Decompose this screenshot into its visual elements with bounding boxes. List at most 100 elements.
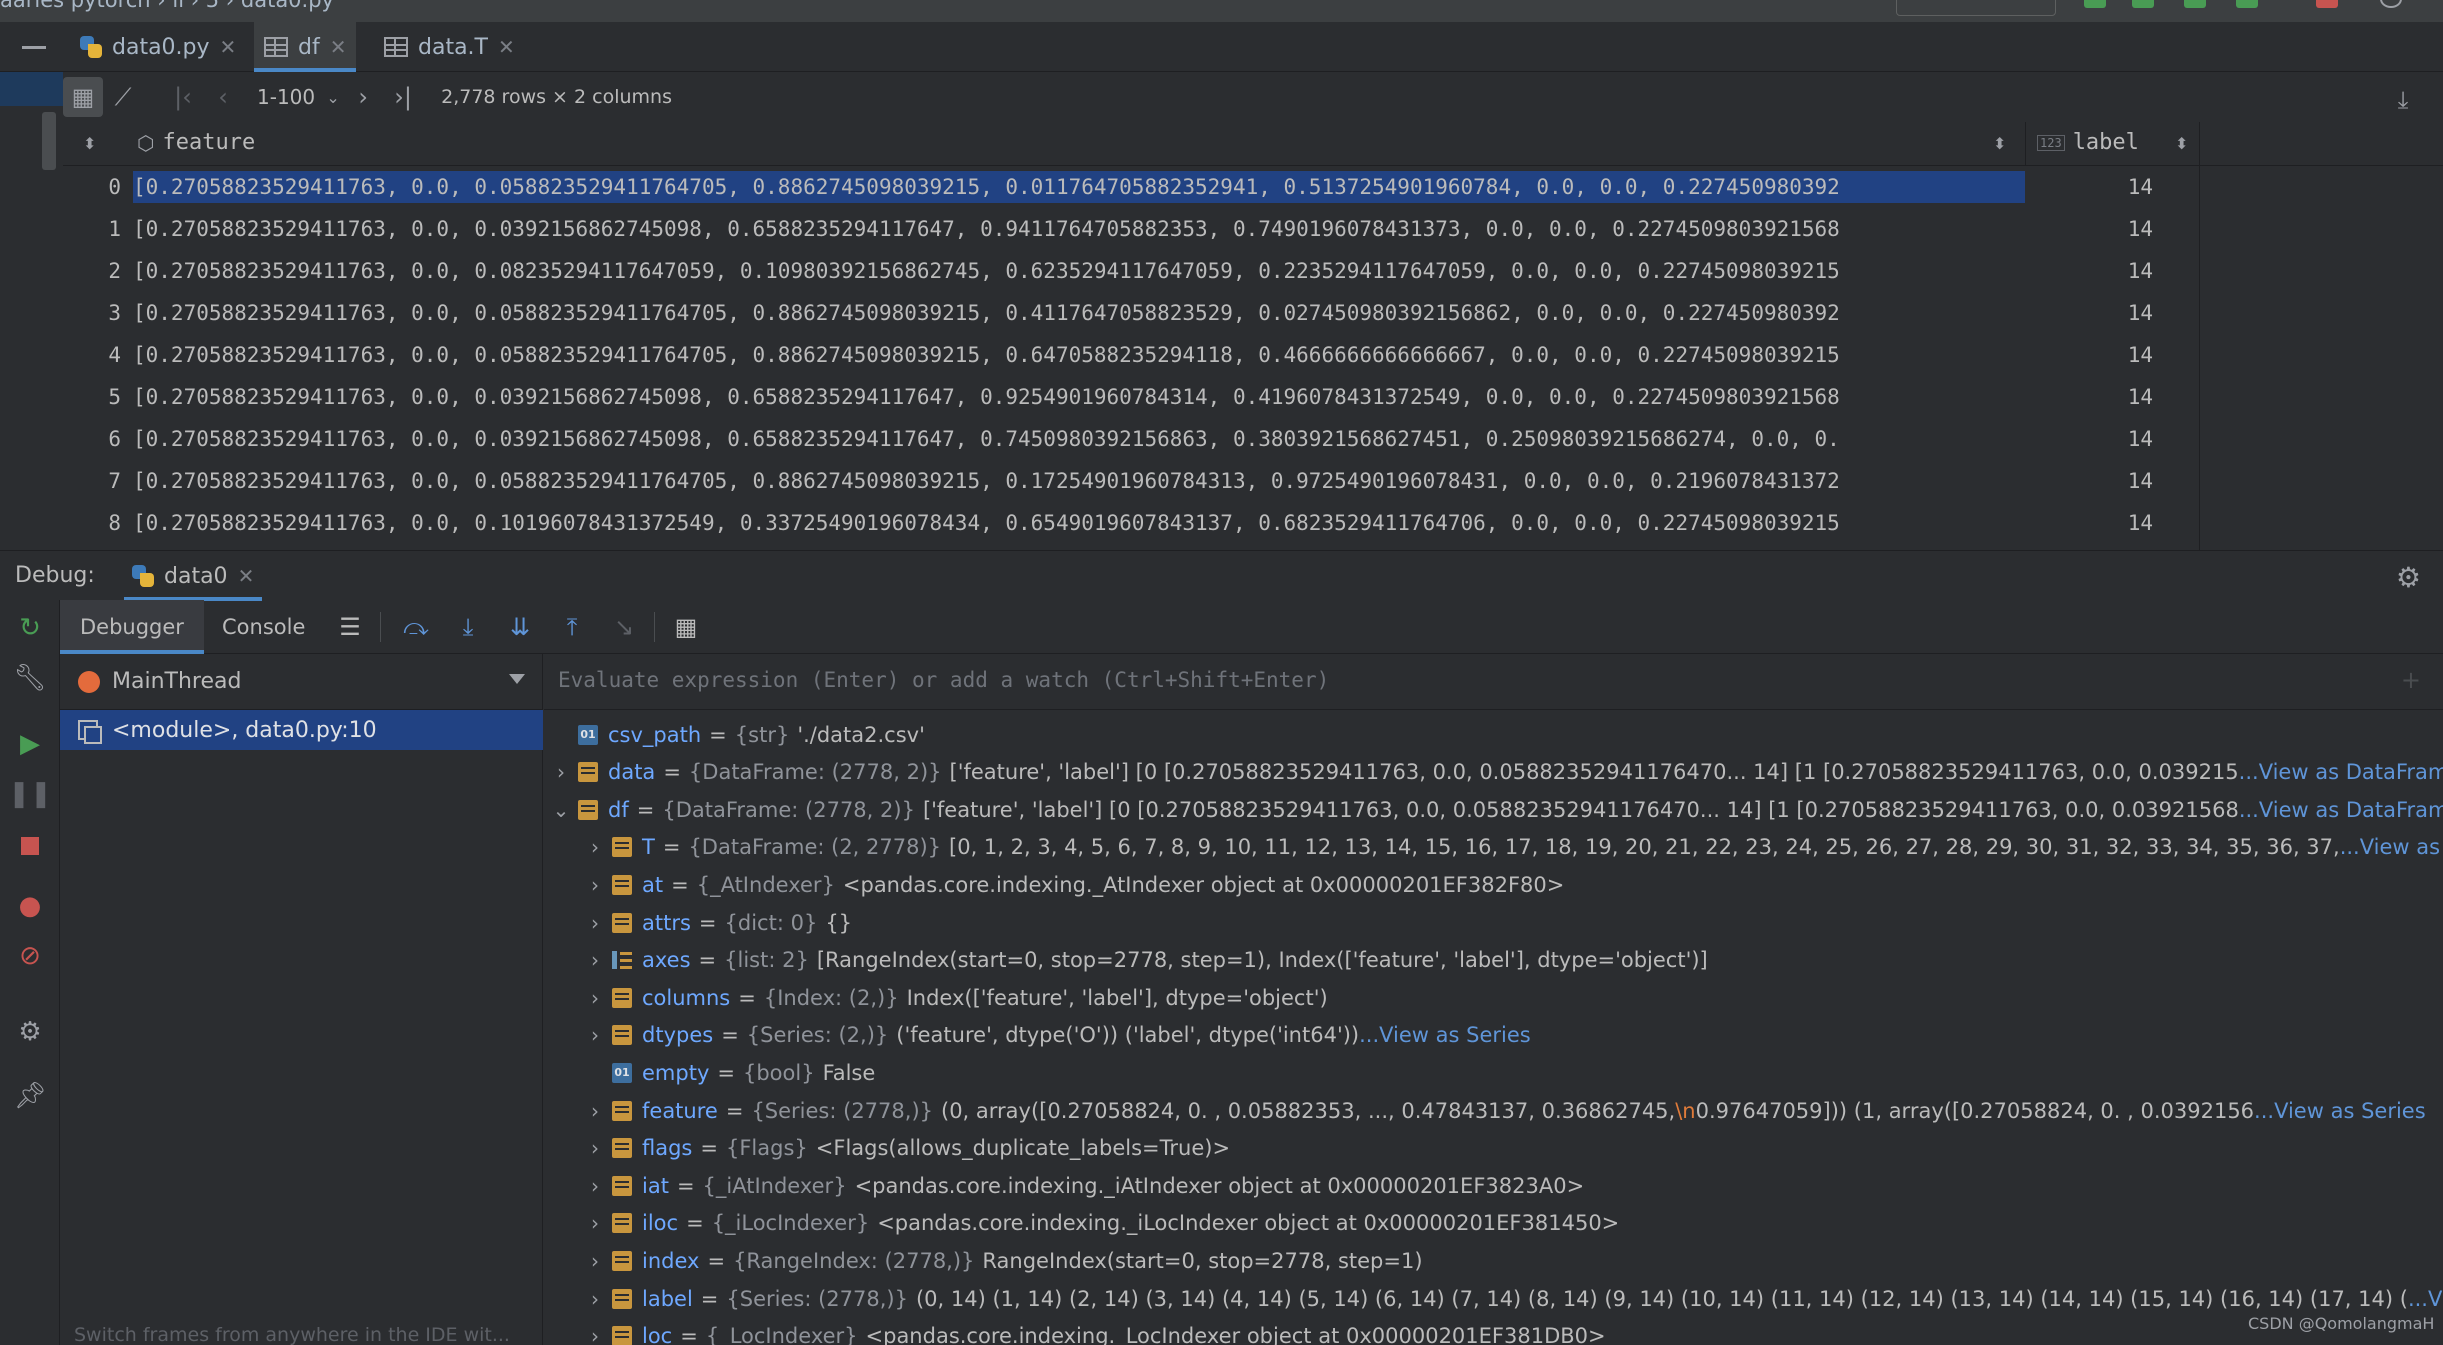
gear-icon[interactable]: ⚙ bbox=[2396, 561, 2421, 594]
variable-row[interactable]: 01 csv_path = {str} './data2.csv' bbox=[544, 716, 925, 753]
cell-label[interactable]: 14 bbox=[2025, 469, 2153, 493]
run-to-cursor-icon[interactable]: ↘ bbox=[608, 611, 640, 643]
variable-row[interactable]: › data = {DataFrame: (2778, 2)} ['feature', … bbox=[544, 754, 2443, 791]
row-index[interactable]: 5 bbox=[63, 385, 121, 409]
menu-icon[interactable]: ☰ bbox=[334, 611, 366, 643]
variable-row[interactable]: › T = {DataFrame: (2, 2778)} [0, 1, 2, 3, 4,… bbox=[578, 829, 2443, 866]
expand-chevron-icon[interactable]: › bbox=[578, 1287, 612, 1311]
variable-row[interactable]: 01 empty = {bool} False bbox=[578, 1054, 875, 1091]
hide-icon[interactable] bbox=[22, 46, 46, 49]
first-page-icon[interactable]: |‹ bbox=[163, 77, 203, 117]
variable-row[interactable]: › flags = {Flags} <Flags(allows_duplicate_la… bbox=[578, 1130, 1230, 1167]
evaluate-expression-icon[interactable]: ▦ bbox=[670, 611, 702, 643]
page-range-select[interactable]: 1-100 bbox=[257, 85, 315, 109]
variable-row[interactable]: › at = {_AtIndexer} <pandas.core.indexing._A… bbox=[578, 866, 1564, 903]
next-page-icon[interactable]: › bbox=[343, 77, 383, 117]
row-index[interactable]: 3 bbox=[63, 301, 121, 325]
expand-chevron-icon[interactable]: › bbox=[578, 835, 612, 859]
cell-label[interactable]: 14 bbox=[2025, 427, 2153, 451]
step-out-icon[interactable]: ⤒ bbox=[556, 611, 588, 643]
download-icon[interactable]: ⤓ bbox=[2383, 80, 2423, 120]
table-row[interactable]: 5 [0.27058823529411763, 0.0, 0.0392156862… bbox=[63, 376, 2199, 418]
debug-icon[interactable] bbox=[2132, 0, 2154, 8]
column-header-label[interactable]: 123 label bbox=[2037, 130, 2139, 155]
stop-icon[interactable] bbox=[2316, 0, 2338, 8]
variable-row[interactable]: › dtypes = {Series: (2,)} ('feature', dtype(… bbox=[578, 1017, 1531, 1054]
cell-feature[interactable]: [0.27058823529411763, 0.0, 0.03921568627… bbox=[133, 217, 2025, 241]
run-icon[interactable] bbox=[2084, 0, 2106, 8]
view-as-link[interactable]: ...View as DataFrame bbox=[2239, 798, 2443, 822]
expand-chevron-icon[interactable]: › bbox=[578, 1174, 612, 1198]
view-as-link[interactable]: ...View as DataFrame bbox=[2340, 835, 2443, 859]
variable-row[interactable]: › feature = {Series: (2778,)} (0, array([0.2… bbox=[578, 1092, 2426, 1129]
tab-console[interactable]: Console bbox=[202, 600, 325, 654]
row-index[interactable]: 4 bbox=[63, 343, 121, 367]
pin-icon[interactable]: 📌︎ bbox=[14, 1080, 47, 1112]
add-watch-icon[interactable]: + bbox=[2401, 666, 2421, 694]
cell-label[interactable]: 14 bbox=[2025, 385, 2153, 409]
close-icon[interactable]: ✕ bbox=[238, 564, 255, 588]
cell-feature[interactable]: [0.27058823529411763, 0.0, 0.03921568627… bbox=[133, 385, 2025, 409]
step-into-icon[interactable]: ⤓ bbox=[452, 611, 484, 643]
tab-debugger[interactable]: Debugger bbox=[60, 600, 204, 654]
view-breakpoints-icon[interactable]: ● bbox=[14, 890, 46, 922]
evaluate-input[interactable]: Evaluate expression (Enter) or add a wat… bbox=[544, 654, 2443, 710]
table-row[interactable]: 4 [0.27058823529411763, 0.0, 0.0588235294… bbox=[63, 334, 2199, 376]
tab-debug-session[interactable]: data0 ✕ bbox=[124, 551, 263, 601]
expand-chevron-icon[interactable]: › bbox=[578, 948, 612, 972]
row-index[interactable]: 8 bbox=[63, 511, 121, 535]
chevron-down-icon[interactable] bbox=[509, 674, 525, 684]
expand-chevron-icon[interactable]: ⌄ bbox=[544, 798, 578, 822]
chart-view-icon[interactable]: ⟋ bbox=[103, 77, 143, 117]
table-row[interactable]: 8 [0.27058823529411763, 0.0, 0.1019607843… bbox=[63, 502, 2199, 544]
cell-feature[interactable]: [0.27058823529411763, 0.0, 0.05882352941… bbox=[133, 301, 2025, 325]
variable-row[interactable]: › attrs = {dict: 0} {} bbox=[578, 904, 852, 941]
column-header-feature[interactable]: ⬡ feature bbox=[137, 130, 255, 155]
expand-chevron-icon[interactable]: › bbox=[578, 873, 612, 897]
last-page-icon[interactable]: ›| bbox=[383, 77, 423, 117]
table-row[interactable]: 2 [0.27058823529411763, 0.0, 0.0823529411… bbox=[63, 250, 2199, 292]
settings-icon[interactable]: ⚙ bbox=[14, 1016, 46, 1048]
expand-chevron-icon[interactable]: › bbox=[578, 1324, 612, 1345]
profile-icon[interactable] bbox=[2236, 0, 2258, 8]
tab-data-t[interactable]: data.T ✕ bbox=[374, 22, 525, 72]
view-as-link[interactable]: ...View as Series bbox=[2408, 1287, 2443, 1311]
close-icon[interactable]: ✕ bbox=[220, 35, 237, 59]
view-as-link[interactable]: ...View as Series bbox=[2254, 1099, 2426, 1123]
expand-chevron-icon[interactable]: › bbox=[578, 1099, 612, 1123]
chevron-down-icon[interactable]: ⌄ bbox=[323, 77, 343, 117]
table-row[interactable]: 3 [0.27058823529411763, 0.0, 0.0588235294… bbox=[63, 292, 2199, 334]
coverage-icon[interactable] bbox=[2184, 0, 2206, 8]
search-icon[interactable] bbox=[2380, 0, 2402, 8]
view-as-link[interactable]: ...View as Series bbox=[1359, 1023, 1531, 1047]
table-row[interactable]: 6 [0.27058823529411763, 0.0, 0.0392156862… bbox=[63, 418, 2199, 460]
mute-breakpoints-icon[interactable]: ⊘ bbox=[14, 940, 46, 972]
close-icon[interactable]: ✕ bbox=[498, 35, 515, 59]
expand-chevron-icon[interactable]: › bbox=[578, 1211, 612, 1235]
row-index[interactable]: 0 bbox=[63, 175, 121, 199]
sort-icon[interactable]: ⬍ bbox=[83, 134, 96, 153]
cell-label[interactable]: 14 bbox=[2025, 175, 2153, 199]
rerun-icon[interactable]: ↻ bbox=[14, 612, 46, 644]
cell-feature[interactable]: [0.27058823529411763, 0.0, 0.03921568627… bbox=[133, 427, 2025, 451]
row-index[interactable]: 1 bbox=[63, 217, 121, 241]
row-index[interactable]: 2 bbox=[63, 259, 121, 283]
expand-chevron-icon[interactable]: › bbox=[544, 760, 578, 784]
cell-label[interactable]: 14 bbox=[2025, 301, 2153, 325]
cell-label[interactable]: 14 bbox=[2025, 343, 2153, 367]
tab-df[interactable]: df ✕ bbox=[254, 22, 357, 72]
cell-feature[interactable]: [0.27058823529411763, 0.0, 0.05882352941… bbox=[133, 469, 2025, 493]
variable-row[interactable]: › index = {RangeIndex: (2778,)} RangeIndex(s… bbox=[578, 1242, 1423, 1279]
cell-feature[interactable]: [0.27058823529411763, 0.0, 0.05882352941… bbox=[133, 171, 2025, 203]
expand-chevron-icon[interactable]: › bbox=[578, 911, 612, 935]
step-over-icon[interactable]: ⤼ bbox=[400, 611, 432, 643]
sort-icon[interactable]: ⬍ bbox=[2175, 134, 2188, 153]
table-row[interactable]: 1 [0.27058823529411763, 0.0, 0.0392156862… bbox=[63, 208, 2199, 250]
expand-chevron-icon[interactable]: › bbox=[578, 1023, 612, 1047]
thread-selector[interactable]: MainThread bbox=[60, 654, 543, 710]
cell-feature[interactable]: [0.27058823529411763, 0.0, 0.05882352941… bbox=[133, 343, 2025, 367]
cell-feature[interactable]: [0.27058823529411763, 0.0, 0.08235294117… bbox=[133, 259, 2025, 283]
expand-chevron-icon[interactable]: › bbox=[578, 986, 612, 1010]
pause-icon[interactable]: ❚❚ bbox=[8, 778, 52, 810]
step-into-my-code-icon[interactable]: ⇊ bbox=[504, 611, 536, 643]
